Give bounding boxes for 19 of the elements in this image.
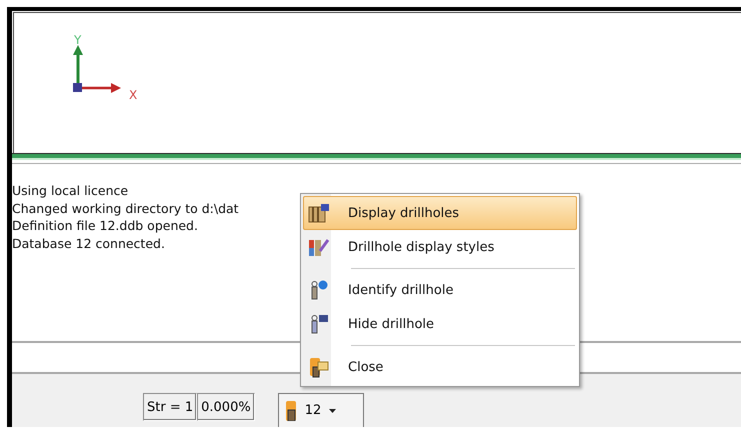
log-line: Database 12 connected.	[12, 234, 165, 252]
menu-item[interactable]: Hide drillhole	[303, 307, 577, 341]
string-field: Str = 1	[143, 393, 198, 421]
database-icon	[284, 400, 297, 420]
drillholes-icon	[308, 203, 330, 223]
y-axis-label: Y	[74, 33, 82, 47]
menu-item[interactable]: Display drillholes	[303, 196, 577, 230]
menu-item[interactable]: Drillhole display styles	[303, 230, 577, 264]
log-line: Definition file 12.ddb opened.	[12, 217, 198, 234]
percent-field: 0.000%	[197, 393, 255, 421]
menu-item[interactable]: Close	[303, 350, 577, 384]
x-axis-label: X	[129, 88, 138, 102]
log-line: Using local licence	[12, 182, 128, 200]
log-line: Changed working directory to d:\dat	[12, 200, 239, 217]
database-dropdown[interactable]: 12	[278, 393, 364, 427]
drillhole-styles-icon	[308, 237, 330, 257]
database-close-icon	[308, 356, 330, 378]
caret-icon	[329, 408, 336, 412]
menu-item[interactable]: Identify drillhole	[303, 273, 577, 307]
